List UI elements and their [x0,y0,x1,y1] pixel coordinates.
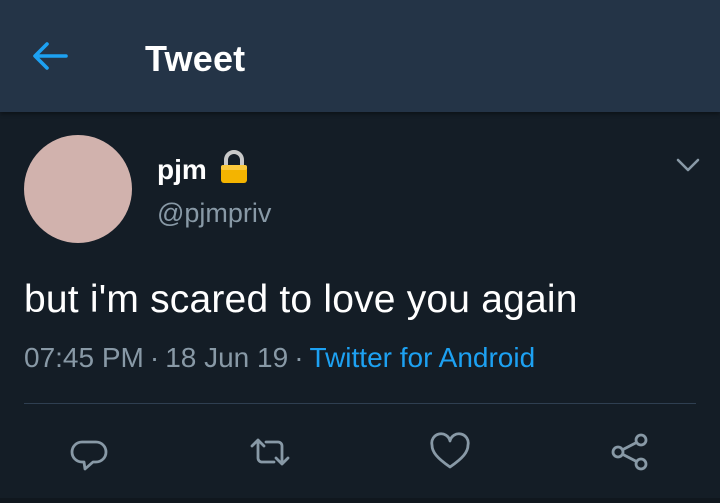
top-app-bar: Tweet [0,0,720,112]
author-name-row: pjm [157,150,249,189]
tweet-meta: 07:45 PM · 18 Jun 19 · Twitter for Android [24,342,535,374]
bottom-divider [0,498,720,503]
chevron-down-icon [676,158,700,172]
back-button[interactable] [22,32,78,80]
retweet-icon [250,438,290,466]
back-arrow-icon [33,42,68,70]
tweet-source-link[interactable]: Twitter for Android [310,342,536,373]
avatar[interactable] [24,135,132,243]
author-handle[interactable]: @pjmpriv [157,198,271,229]
tweet-text: but i'm scared to love you again [24,278,578,321]
lock-icon [219,150,249,189]
divider [24,403,696,404]
tweet-date: 18 Jun 19 [165,342,289,373]
meta-separator: · [294,342,304,373]
like-icon [430,432,470,469]
reply-icon [70,440,108,471]
tweet-time: 07:45 PM [24,342,144,373]
author-display-name[interactable]: pjm [157,154,207,186]
retweet-button[interactable] [246,428,294,476]
reply-button[interactable] [66,428,114,476]
like-button[interactable] [426,428,474,476]
share-icon [611,433,648,471]
meta-separator: · [149,342,160,373]
tweet-detail-screen: Tweet pjm @pjmpriv but i'm scared to lov… [0,0,720,503]
share-button[interactable] [606,428,654,476]
page-title: Tweet [145,38,246,79]
tweet-options-button[interactable] [668,150,708,180]
